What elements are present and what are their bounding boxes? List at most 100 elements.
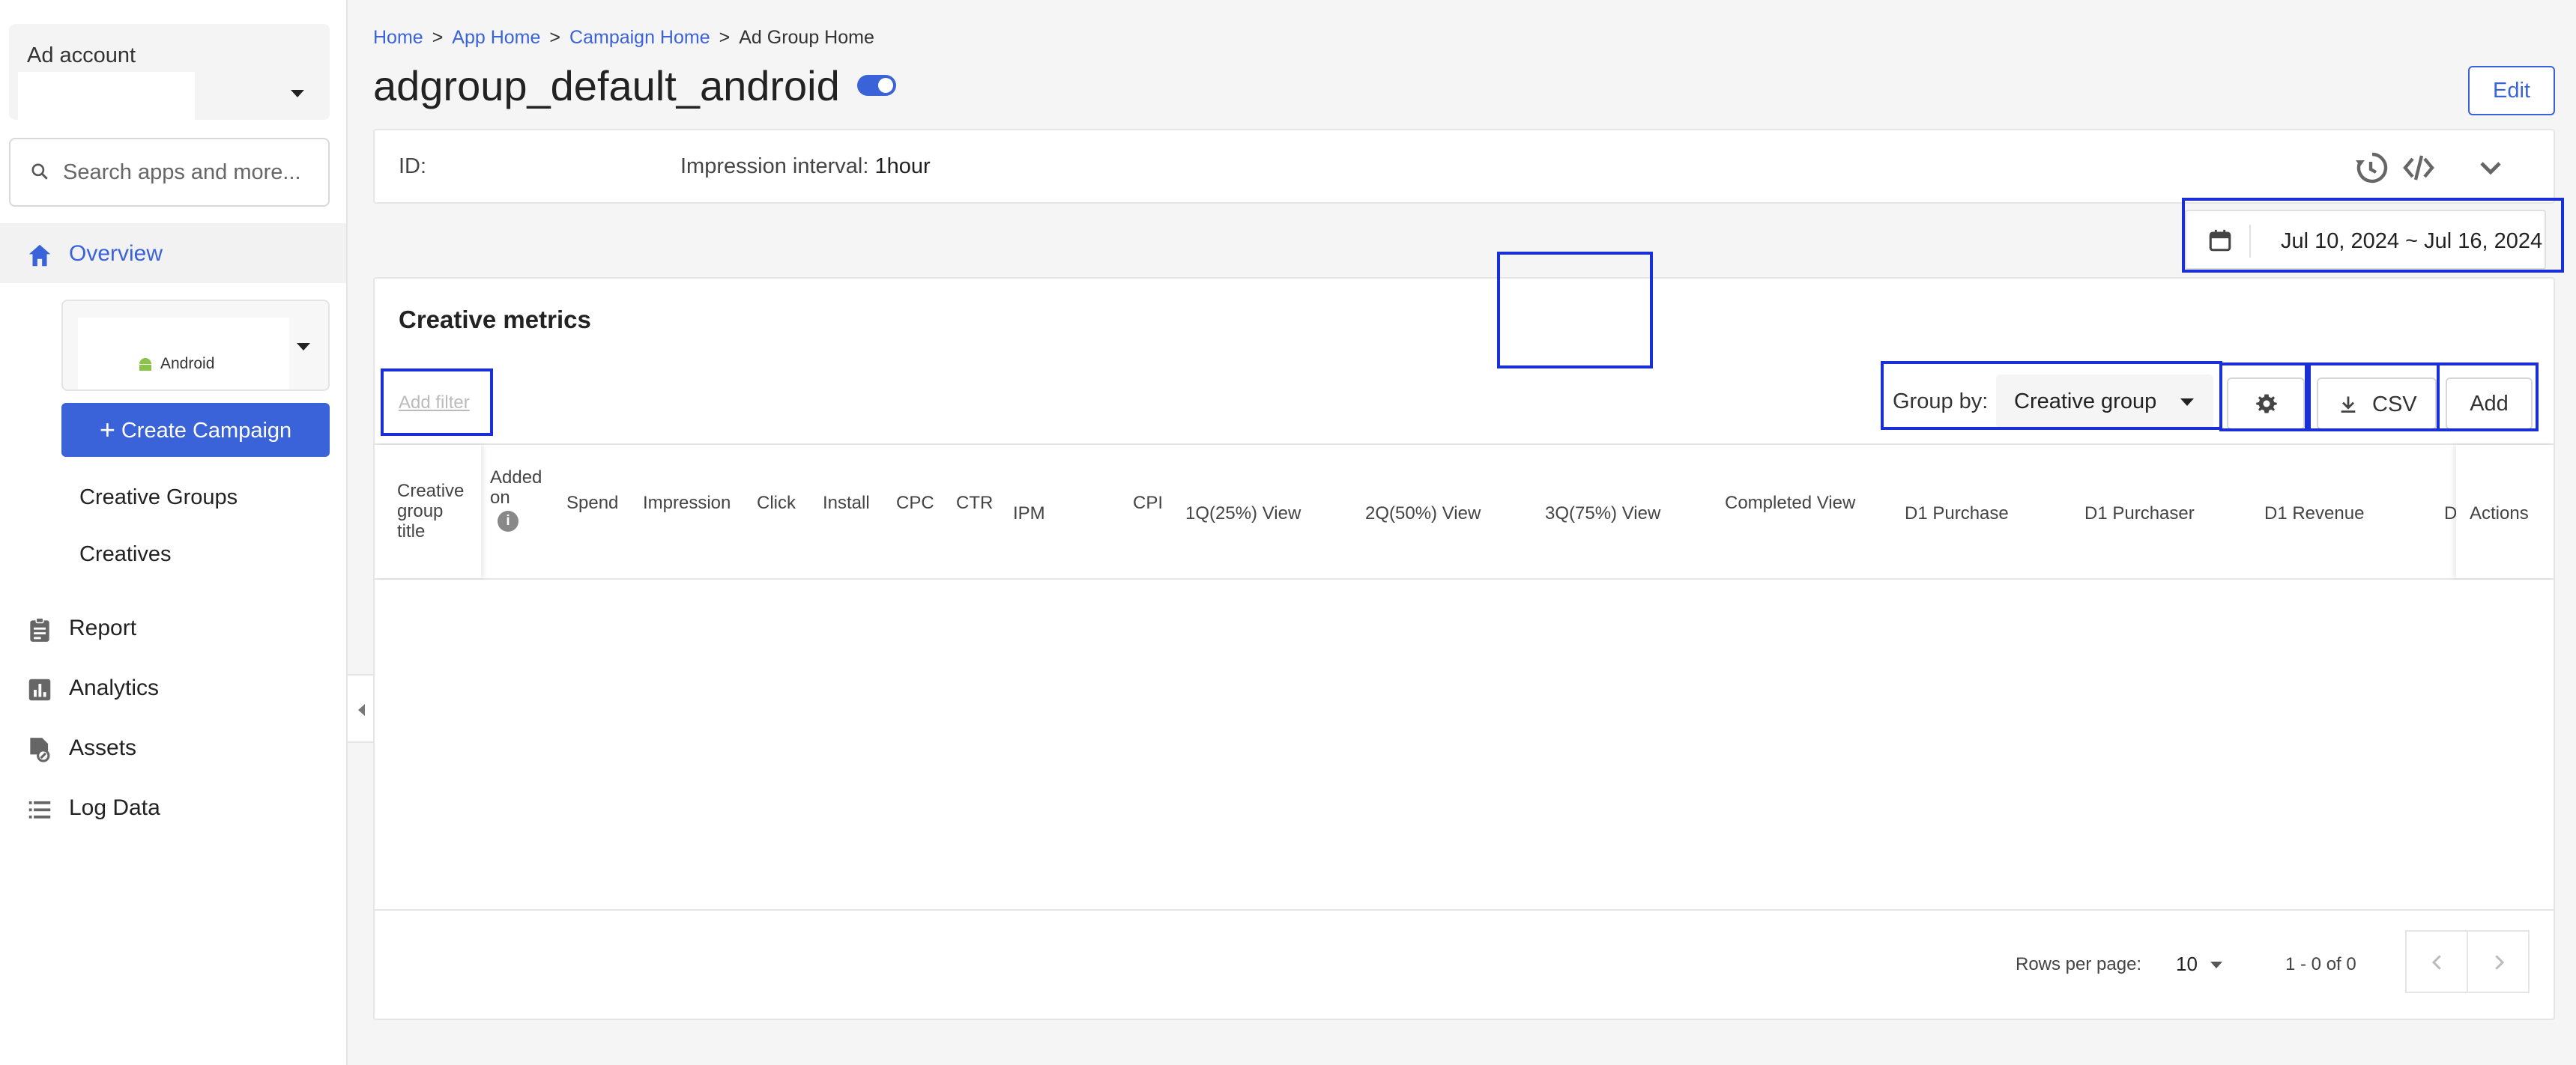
chevron-down-icon[interactable]	[2210, 962, 2222, 968]
sidebar-item-analytics[interactable]: Analytics	[0, 658, 346, 717]
list-icon	[28, 801, 51, 819]
edit-button[interactable]: Edit	[2468, 66, 2555, 115]
col-completed-view[interactable]: Completed View	[1725, 493, 1855, 513]
expand-icon[interactable]	[2473, 150, 2509, 186]
adgroup-info-bar: ID: Impression interval: 1hour	[373, 129, 2555, 204]
col-actions-label: Actions	[2470, 503, 2529, 524]
add-filter-link[interactable]: Add filter	[399, 392, 470, 413]
sidebar-item-assets[interactable]: Assets	[0, 717, 346, 777]
impression-interval: Impression interval: 1hour	[680, 154, 931, 179]
rows-per-page-label: Rows per page:	[2016, 954, 2142, 974]
sidebar-item-report[interactable]: Report	[0, 598, 346, 658]
chevron-left-icon	[2431, 955, 2441, 970]
ad-account-selector[interactable]: Ad account	[9, 24, 330, 121]
table-body	[375, 580, 2554, 911]
col-creative-group-title[interactable]: Creative group title	[397, 481, 464, 541]
android-icon	[139, 358, 151, 371]
sidebar-item-overview[interactable]: Overview	[0, 223, 346, 283]
table-header: Creative group title Added on i Spend Im…	[375, 443, 2554, 580]
group-by-label: Group by:	[1893, 389, 1989, 413]
assets-icon	[30, 738, 50, 762]
col-added-on[interactable]: Added on i	[490, 467, 542, 532]
prev-page-button[interactable]	[2405, 930, 2468, 993]
col-1q-view[interactable]: 1Q(25%) View	[1185, 503, 1301, 524]
search-input[interactable]: Search apps and more...	[9, 138, 330, 207]
group-by-select[interactable]: Creative group	[1996, 374, 2213, 428]
app-name	[78, 318, 289, 389]
calendar-icon	[2209, 229, 2231, 252]
col-title-line: group	[397, 501, 444, 521]
col-added-on-line: Added	[490, 467, 542, 488]
date-range-value: Jul 10, 2024 ~ Jul 16, 2024	[2281, 229, 2543, 253]
id-label: ID:	[399, 154, 427, 178]
sidebar-item-creative-groups[interactable]: Creative Groups	[79, 485, 238, 510]
col-install[interactable]: Install	[823, 493, 870, 513]
col-title-line: title	[397, 521, 426, 541]
sidebar-item-label: Report	[69, 616, 137, 640]
search-icon	[31, 163, 48, 180]
page-title: adgroup_default_android	[373, 62, 840, 109]
download-icon	[2341, 396, 2356, 413]
gear-icon	[2256, 394, 2277, 413]
col-3q-view[interactable]: 3Q(75%) View	[1545, 503, 1660, 524]
create-campaign-label: Create Campaign	[121, 419, 292, 443]
chevron-down-icon	[2180, 398, 2194, 406]
card-title: Creative metrics	[399, 306, 591, 333]
home-icon	[28, 244, 51, 267]
add-button[interactable]: Add	[2446, 377, 2533, 430]
date-range-picker[interactable]: Jul 10, 2024 ~ Jul 16, 2024	[2185, 210, 2546, 270]
col-spend[interactable]: Spend	[566, 493, 618, 513]
creative-metrics-card: Creative metrics Add filter Group by: Cr…	[373, 277, 2555, 1020]
divider	[2249, 225, 2251, 258]
col-click[interactable]: Click	[757, 493, 796, 513]
col-d1-revenue[interactable]: D1 Revenue	[2264, 503, 2364, 524]
app-selector[interactable]: Android	[61, 300, 330, 391]
settings-button[interactable]	[2227, 377, 2305, 430]
search-placeholder: Search apps and more...	[63, 160, 301, 184]
plus-icon: +	[99, 414, 115, 445]
ad-account-label: Ad account	[27, 43, 136, 67]
create-campaign-button[interactable]: + Create Campaign	[61, 403, 330, 457]
impression-interval-value: 1hour	[874, 154, 931, 178]
breadcrumb-campaign-home[interactable]: Campaign Home	[569, 27, 710, 48]
col-impression[interactable]: Impression	[643, 493, 731, 513]
csv-label: CSV	[2372, 392, 2417, 416]
col-truncated[interactable]: D	[2444, 503, 2457, 524]
pagination: Rows per page: 10 1 - 0 of 0	[375, 912, 2554, 1019]
code-icon[interactable]	[2401, 150, 2437, 186]
col-ipm[interactable]: IPM	[1013, 503, 1045, 524]
breadcrumb-separator: >	[549, 27, 561, 48]
col-cpc[interactable]: CPC	[896, 493, 934, 513]
status-toggle[interactable]	[857, 75, 896, 96]
chevron-left-icon	[358, 704, 365, 716]
sidebar-item-label: Analytics	[69, 676, 160, 700]
chevron-right-icon	[2495, 955, 2505, 970]
next-page-button[interactable]	[2467, 930, 2530, 993]
col-d1-purchaser[interactable]: D1 Purchaser	[2084, 503, 2195, 524]
sidebar-item-creatives[interactable]: Creatives	[79, 542, 172, 567]
sidebar-item-label: Log Data	[69, 795, 160, 820]
breadcrumb-home[interactable]: Home	[373, 27, 423, 48]
page-range: 1 - 0 of 0	[2285, 954, 2356, 974]
breadcrumb-current: Ad Group Home	[739, 27, 874, 48]
breadcrumb-app-home[interactable]: App Home	[452, 27, 540, 48]
sidebar-item-log-data[interactable]: Log Data	[0, 777, 346, 837]
chevron-down-icon[interactable]	[291, 90, 304, 97]
breadcrumb-separator: >	[432, 27, 444, 48]
col-cpi[interactable]: CPI	[1133, 493, 1163, 513]
info-icon[interactable]: i	[498, 511, 518, 532]
col-2q-view[interactable]: 2Q(50%) View	[1365, 503, 1481, 524]
rows-per-page-select[interactable]: 10	[2176, 953, 2198, 976]
clipboard-icon	[30, 617, 49, 642]
app-platform: Android	[160, 355, 215, 372]
history-icon[interactable]	[2353, 150, 2389, 186]
col-d1-purchase[interactable]: D1 Purchase	[1905, 503, 2009, 524]
csv-download-button[interactable]: CSV	[2317, 377, 2437, 430]
chevron-down-icon[interactable]	[297, 343, 310, 351]
col-title-line: Creative	[397, 481, 465, 501]
col-ctr[interactable]: CTR	[956, 493, 993, 513]
toggle-knob	[878, 78, 893, 93]
impression-interval-label: Impression interval:	[680, 154, 869, 178]
group-by-value: Creative group	[2014, 389, 2157, 413]
sidebar: Ad account Search apps and more... Overv…	[0, 0, 348, 1065]
